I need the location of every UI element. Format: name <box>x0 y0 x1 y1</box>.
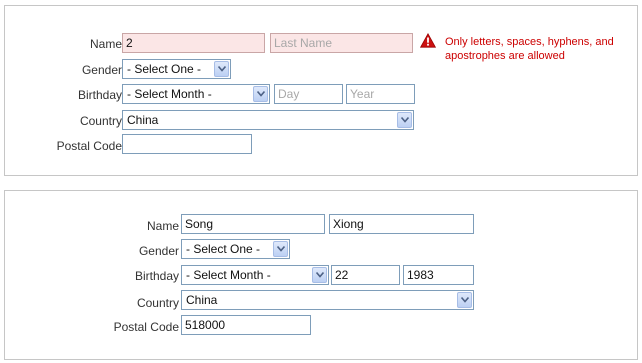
postal-code-label: Postal Code <box>56 139 122 153</box>
name-label: Name <box>146 219 179 233</box>
birth-year-input[interactable] <box>346 84 415 104</box>
registration-form-invalid: Name Only letters, spaces, hyphens, and … <box>4 5 638 176</box>
gender-label: Gender <box>138 244 179 258</box>
chevron-down-icon <box>397 112 412 128</box>
gender-select[interactable]: - Select One - <box>181 239 290 259</box>
birth-month-select[interactable]: - Select Month - <box>122 84 270 104</box>
postal-code-input[interactable] <box>181 315 311 335</box>
chevron-down-icon <box>312 267 327 283</box>
birth-day-input[interactable] <box>331 265 400 285</box>
birth-month-select-value: - Select Month - <box>127 87 212 101</box>
name-label: Name <box>89 37 122 51</box>
country-select[interactable]: China <box>181 290 474 310</box>
birth-day-input[interactable] <box>274 84 343 104</box>
birth-month-select-value: - Select Month - <box>186 268 271 282</box>
country-label: Country <box>79 114 122 128</box>
chevron-down-icon <box>457 292 472 308</box>
postal-code-label: Postal Code <box>113 320 179 334</box>
country-select[interactable]: China <box>122 110 414 130</box>
country-select-value: China <box>186 293 218 307</box>
birth-year-input[interactable] <box>403 265 474 285</box>
chevron-down-icon <box>214 61 229 77</box>
warning-triangle-icon <box>420 33 436 48</box>
postal-code-input[interactable] <box>122 134 252 154</box>
registration-form-filled: Name Gender - Select One - Birthday - Se… <box>4 190 638 360</box>
gender-select-value: - Select One - <box>186 242 261 256</box>
gender-select-value: - Select One - <box>127 62 202 76</box>
birthday-label: Birthday <box>134 269 179 283</box>
name-error-message: Only letters, spaces, hyphens, and apost… <box>445 36 614 62</box>
first-name-input[interactable] <box>122 33 265 53</box>
country-label: Country <box>136 296 179 310</box>
last-name-input[interactable] <box>329 214 474 234</box>
birthday-label: Birthday <box>77 88 122 102</box>
gender-label: Gender <box>81 63 122 77</box>
first-name-input[interactable] <box>181 214 325 234</box>
birth-month-select[interactable]: - Select Month - <box>181 265 329 285</box>
last-name-input[interactable] <box>270 33 413 53</box>
chevron-down-icon <box>273 241 288 257</box>
chevron-down-icon <box>253 86 268 102</box>
country-select-value: China <box>127 113 159 127</box>
gender-select[interactable]: - Select One - <box>122 59 231 79</box>
